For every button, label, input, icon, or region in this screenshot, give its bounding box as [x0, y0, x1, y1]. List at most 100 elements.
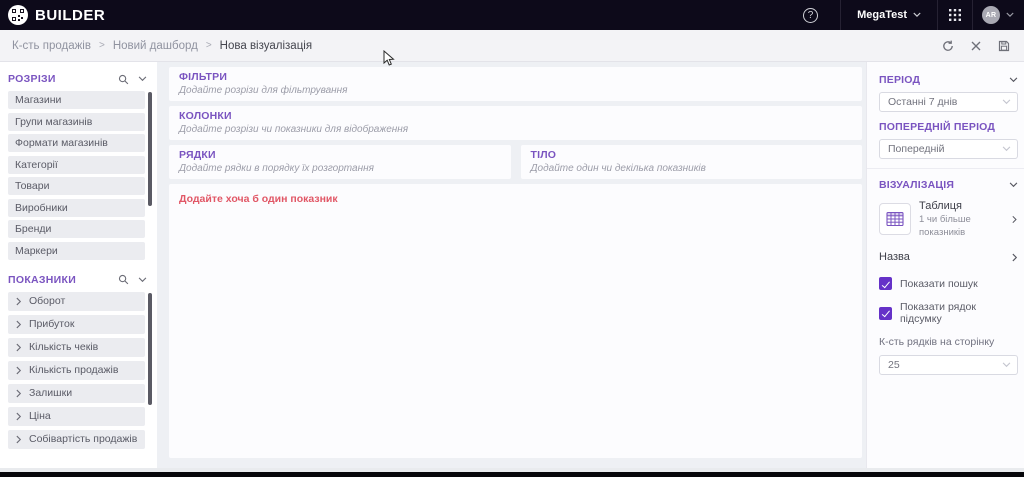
- rows-zone-title: РЯДКИ: [179, 149, 216, 161]
- rows-per-page-label: К-сть рядків на сторінку: [879, 336, 995, 349]
- save-icon[interactable]: [998, 40, 1010, 52]
- settings-sidebar: ПЕРІОД Останні 7 днів ПОПЕРЕДНІЙ ПЕРІОД …: [866, 62, 1024, 468]
- measure-item[interactable]: Оборот: [8, 291, 145, 311]
- chevron-down-icon: [913, 12, 921, 18]
- filters-zone-title: ФІЛЬТРИ: [179, 71, 228, 83]
- content-area: РОЗРІЗИ Магазини Групи магазинів Формати…: [0, 62, 1024, 468]
- period-select[interactable]: Останні 7 днів: [879, 92, 1018, 112]
- chevron-right-icon: [16, 366, 22, 374]
- period-value: Останні 7 днів: [888, 96, 958, 108]
- show-total-checkbox[interactable]: [879, 306, 892, 320]
- measure-item[interactable]: Ціна: [8, 406, 145, 426]
- reset-icon[interactable]: [942, 40, 954, 52]
- rows-per-page-value: 25: [888, 359, 900, 372]
- chevron-down-icon: [1002, 99, 1011, 105]
- table-icon: [879, 203, 911, 236]
- breadcrumb: К-сть продажів > Новий дашборд > Нова ві…: [12, 40, 312, 52]
- qr-logo-icon: [8, 5, 28, 25]
- dimensions-list: Магазини Групи магазинів Формати магазин…: [0, 91, 157, 260]
- rows-dropzone[interactable]: РЯДКИ Додайте рядки в порядку їх розгорт…: [169, 145, 511, 179]
- avatar: AR: [982, 6, 1000, 24]
- dimension-item[interactable]: Бренди: [8, 220, 145, 238]
- chevron-right-icon: [16, 412, 22, 420]
- viz-description: 1 чи більше показників: [919, 213, 971, 238]
- name-setting-row[interactable]: Назва: [879, 251, 1018, 263]
- breadcrumb-bar: К-сть продажів > Новий дашборд > Нова ві…: [0, 30, 1024, 62]
- body-zone-hint: Додайте один чи декілька показників: [530, 163, 706, 174]
- breadcrumb-separator: >: [98, 40, 105, 51]
- measure-item[interactable]: Прибуток: [8, 314, 145, 334]
- prev-period-value: Попередній: [888, 143, 945, 155]
- user-menu[interactable]: AR: [973, 0, 1024, 30]
- builder-main: ФІЛЬТРИ Додайте розрізи для фільтрування…: [157, 62, 866, 468]
- name-label: Назва: [879, 251, 910, 264]
- workspace-switcher[interactable]: MegaTest: [841, 0, 937, 30]
- breadcrumb-separator: >: [205, 40, 212, 51]
- measure-item[interactable]: Кількість продажів: [8, 360, 145, 380]
- viz-type: Таблиця: [919, 200, 962, 212]
- dimensions-section-header: РОЗРІЗИ: [0, 66, 157, 91]
- show-search-checkbox[interactable]: [879, 277, 892, 291]
- chevron-right-icon: [16, 320, 22, 328]
- chevron-down-icon: [1006, 12, 1014, 18]
- chevron-down-icon: [1002, 362, 1011, 368]
- visualization-type-row[interactable]: Таблиця 1 чи більше показників: [879, 199, 1018, 239]
- dimension-item[interactable]: Магазини: [8, 91, 145, 109]
- period-label: ПЕРІОД: [879, 74, 921, 86]
- dimension-item[interactable]: Формати магазинів: [8, 134, 145, 152]
- rows-per-page-select[interactable]: 25: [879, 355, 1018, 376]
- visualization-preview: Додайте хоча б один показник: [169, 184, 862, 458]
- prev-period-select[interactable]: Попередній: [879, 139, 1018, 159]
- scrollbar-thumb[interactable]: [148, 292, 152, 405]
- chevron-right-icon: [1012, 215, 1018, 223]
- prev-period-section-header: ПОПЕРЕДНІЙ ПЕРІОД: [879, 121, 1018, 133]
- validation-message: Додайте хоча б один показник: [179, 193, 338, 205]
- close-icon[interactable]: [971, 41, 981, 51]
- apps-grid-icon[interactable]: [938, 0, 972, 30]
- measure-item[interactable]: Кількість чеків: [8, 337, 145, 357]
- search-icon[interactable]: [118, 74, 129, 85]
- columns-dropzone[interactable]: КОЛОНКИ Додайте розрізи чи показники для…: [169, 106, 862, 140]
- measure-item[interactable]: Собівартість продажів: [8, 429, 145, 449]
- dimension-item[interactable]: Виробники: [8, 198, 145, 217]
- show-total-label: Показати рядок підсумку: [900, 301, 976, 326]
- filters-dropzone[interactable]: ФІЛЬТРИ Додайте розрізи для фільтрування: [169, 67, 862, 101]
- breadcrumb-item[interactable]: К-сть продажів: [12, 40, 91, 52]
- filters-zone-hint: Додайте розрізи для фільтрування: [179, 85, 348, 96]
- workspace-name: MegaTest: [857, 9, 907, 21]
- builder-app: BUILDER ? MegaTest AR К-сть продажів > Н…: [0, 0, 1024, 477]
- chevron-down-icon: [1009, 182, 1018, 188]
- visualization-section-header[interactable]: ВІЗУАЛІЗАЦІЯ: [879, 179, 1018, 191]
- dimensions-title: РОЗРІЗИ: [8, 73, 56, 85]
- chevron-down-icon: [1009, 77, 1018, 83]
- chevron-right-icon: [16, 297, 22, 305]
- breadcrumb-item-current: Нова візуалізація: [219, 39, 313, 52]
- measures-title: ПОКАЗНИКИ: [8, 273, 77, 286]
- columns-zone-title: КОЛОНКИ: [179, 110, 232, 122]
- scrollbar-thumb[interactable]: [148, 92, 152, 206]
- period-section-header[interactable]: ПЕРІОД: [879, 74, 1018, 86]
- chevron-down-icon[interactable]: [138, 276, 147, 283]
- chevron-down-icon[interactable]: [138, 76, 147, 82]
- dimension-item[interactable]: Категорії: [8, 155, 145, 174]
- measure-item[interactable]: Залишки: [8, 383, 145, 403]
- visualization-label: ВІЗУАЛІЗАЦІЯ: [879, 179, 955, 191]
- dimension-item[interactable]: Групи магазинів: [8, 112, 145, 131]
- prev-period-label: ПОПЕРЕДНІЙ ПЕРІОД: [879, 121, 996, 133]
- show-total-row: Показати рядок підсумку: [879, 301, 1018, 325]
- chevron-right-icon: [16, 343, 22, 351]
- search-icon[interactable]: [118, 274, 129, 285]
- dimension-item[interactable]: Маркери: [8, 241, 145, 260]
- chevron-down-icon: [1002, 146, 1011, 152]
- breadcrumb-item[interactable]: Новий дашборд: [113, 40, 198, 52]
- left-sidebar: РОЗРІЗИ Магазини Групи магазинів Формати…: [0, 62, 157, 468]
- measures-section-header: ПОКАЗНИКИ: [0, 267, 157, 292]
- help-icon[interactable]: ?: [803, 7, 819, 23]
- dimension-item[interactable]: Товари: [8, 177, 145, 195]
- show-search-row: Показати пошук: [879, 277, 1018, 291]
- brand-title: BUILDER: [35, 6, 106, 24]
- body-zone-title: ТІЛО: [530, 149, 557, 161]
- brand[interactable]: BUILDER: [0, 5, 105, 25]
- body-dropzone[interactable]: ТІЛО Додайте один чи декілька показників: [520, 145, 862, 179]
- measures-list: Оборот Прибуток Кількість чеків Кількіст…: [0, 291, 157, 449]
